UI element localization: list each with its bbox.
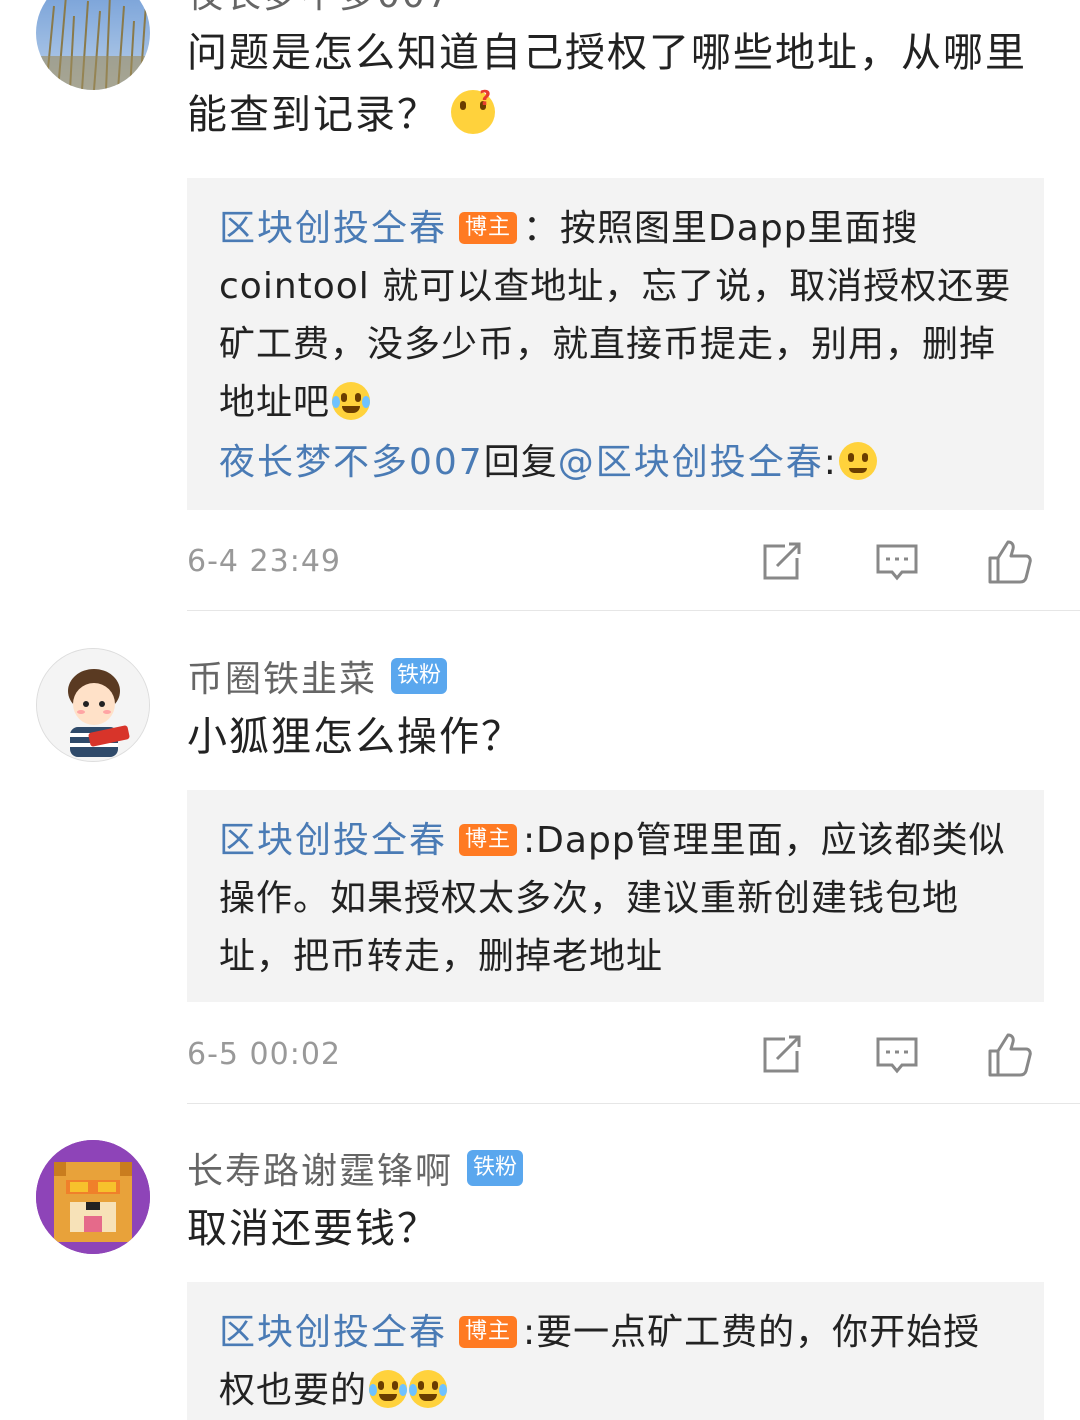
sub-reply-user[interactable]: 夜长梦不多007 <box>219 442 484 483</box>
laugh-cry-emoji-icon <box>369 1370 408 1408</box>
reply-box[interactable]: 区块创投仝春 博主:Dapp管理里面，应该都类似操作。如果授权太多次，建议重新创建… <box>187 790 1044 1002</box>
timestamp: 6-5 00:02 <box>187 1037 341 1072</box>
sub-reply-colon: : <box>823 442 837 483</box>
comment-icon[interactable] <box>872 1029 922 1079</box>
thumbs-up-icon[interactable] <box>984 536 1034 586</box>
divider <box>187 1103 1080 1104</box>
reply-author[interactable]: 区块创投仝春 <box>219 208 447 249</box>
laugh-cry-emoji-icon <box>332 382 371 420</box>
divider <box>187 610 1080 611</box>
avatar[interactable] <box>36 0 150 90</box>
thumbs-up-icon[interactable] <box>984 1029 1034 1079</box>
sub-reply-word: 回复 <box>483 442 558 483</box>
avatar[interactable] <box>36 1140 150 1254</box>
fan-badge: 铁粉 <box>467 1150 524 1186</box>
reply-author[interactable]: 区块创投仝春 <box>219 1312 447 1353</box>
reply-box[interactable]: 区块创投仝春 博主 ：按照图里Dapp里面搜cointool 就可以查地址，忘了说，… <box>187 178 1044 510</box>
comment-text: 取消还要钱？ <box>187 1206 439 1252</box>
host-badge: 博主 <box>459 212 518 244</box>
thinking-emoji-icon: ? <box>451 88 495 134</box>
comment-text: 问题是怎么知道自己授权了哪些地址，从哪里能查到记录？? <box>187 30 1027 138</box>
comment-text: 小狐狸怎么操作？ <box>187 714 523 760</box>
avatar[interactable] <box>36 648 150 762</box>
share-edit-icon[interactable] <box>757 536 807 586</box>
blush-emoji-icon <box>838 442 877 480</box>
username[interactable]: 币圈铁韭菜 <box>187 650 377 702</box>
username[interactable]: 夜长梦不多007 <box>187 0 452 18</box>
comment-meta: 6-4 23:49 <box>187 532 1044 592</box>
reply-box[interactable]: 区块创投仝春 博主:要一点矿工费的，你开始授权也要的 <box>187 1282 1044 1420</box>
share-edit-icon[interactable] <box>757 1029 807 1079</box>
laugh-cry-emoji-icon <box>409 1370 448 1408</box>
comment-meta: 6-5 00:02 <box>187 1025 1044 1085</box>
sub-reply-mention[interactable]: @区块创投仝春 <box>558 442 824 483</box>
sub-reply[interactable]: 夜长梦不多007回复@区块创投仝春: <box>219 434 1012 492</box>
reply-author[interactable]: 区块创投仝春 <box>219 820 447 861</box>
fan-badge: 铁粉 <box>391 658 448 694</box>
comment-icon[interactable] <box>872 536 922 586</box>
username[interactable]: 长寿路谢霆锋啊 <box>187 1142 453 1194</box>
timestamp: 6-4 23:49 <box>187 544 341 579</box>
host-badge: 博主 <box>459 1316 518 1348</box>
host-badge: 博主 <box>459 824 518 856</box>
